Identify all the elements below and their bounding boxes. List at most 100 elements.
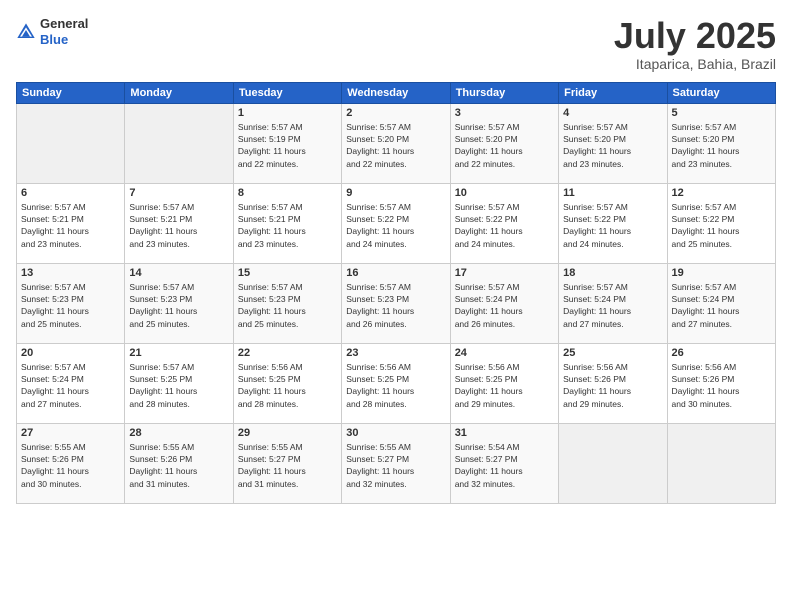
- calendar-week: 20 Sunrise: 5:57 AM Sunset: 5:24 PM Dayli…: [17, 343, 776, 423]
- weekday-header: Wednesday: [342, 82, 450, 103]
- calendar-cell: [667, 423, 775, 503]
- weekday-header: Friday: [559, 82, 667, 103]
- calendar-cell: 25Sunrise: 5:56 AM Sunset: 5:26 PM Dayli…: [559, 343, 667, 423]
- day-number: 10: [455, 187, 554, 199]
- day-number: 5: [672, 107, 771, 119]
- calendar-week: 13 Sunrise: 5:57 AM Sunset: 5:23 PM Dayli…: [17, 263, 776, 343]
- calendar-cell: 18 Sunrise: 5:57 AM Sunset: 5:24 PM Dayli…: [559, 263, 667, 343]
- day-info: Sunrise: 5:56 AM Sunset: 5:25 PM Dayligh…: [238, 361, 337, 410]
- day-number: 19: [672, 267, 771, 279]
- day-info: Sunrise: 5:57 AM Sunset: 5:21 PM Dayligh…: [129, 201, 228, 250]
- day-number: 8: [238, 187, 337, 199]
- subtitle: Itaparica, Bahia, Brazil: [614, 56, 776, 72]
- day-number: 9: [346, 187, 445, 199]
- day-info: Sunrise: 5:57 AM Sunset: 5:22 PM Dayligh…: [563, 201, 662, 250]
- day-info: Sunrise: 5:57 AM Sunset: 5:20 PM Dayligh…: [563, 121, 662, 170]
- header: General Blue July 2025 Itaparica, Bahia,…: [16, 16, 776, 72]
- calendar-cell: 1 Sunrise: 5:57 AM Sunset: 5:19 PM Daylig…: [233, 103, 341, 183]
- page: General Blue July 2025 Itaparica, Bahia,…: [0, 0, 792, 612]
- calendar-table: SundayMondayTuesdayWednesdayThursdayFrid…: [16, 82, 776, 504]
- day-number: 28: [129, 427, 228, 439]
- calendar-cell: 4 Sunrise: 5:57 AM Sunset: 5:20 PM Daylig…: [559, 103, 667, 183]
- calendar-cell: 16 Sunrise: 5:57 AM Sunset: 5:23 PM Dayli…: [342, 263, 450, 343]
- calendar-cell: 2Sunrise: 5:57 AM Sunset: 5:20 PM Daylig…: [342, 103, 450, 183]
- day-info: Sunrise: 5:57 AM Sunset: 5:23 PM Dayligh…: [238, 281, 337, 330]
- day-number: 24: [455, 347, 554, 359]
- day-number: 13: [21, 267, 120, 279]
- month-title: July 2025: [614, 16, 776, 56]
- day-info: Sunrise: 5:57 AM Sunset: 5:22 PM Dayligh…: [672, 201, 771, 250]
- calendar-header: SundayMondayTuesdayWednesdayThursdayFrid…: [17, 82, 776, 103]
- day-number: 1: [238, 107, 337, 119]
- day-info: Sunrise: 5:57 AM Sunset: 5:22 PM Dayligh…: [346, 201, 445, 250]
- weekday-header: Saturday: [667, 82, 775, 103]
- calendar-cell: 7Sunrise: 5:57 AM Sunset: 5:21 PM Daylig…: [125, 183, 233, 263]
- day-info: Sunrise: 5:57 AM Sunset: 5:23 PM Dayligh…: [129, 281, 228, 330]
- day-number: 12: [672, 187, 771, 199]
- calendar-week: 6 Sunrise: 5:57 AM Sunset: 5:21 PM Daylig…: [17, 183, 776, 263]
- weekday-header: Monday: [125, 82, 233, 103]
- day-info: Sunrise: 5:57 AM Sunset: 5:23 PM Dayligh…: [346, 281, 445, 330]
- day-info: Sunrise: 5:56 AM Sunset: 5:25 PM Dayligh…: [455, 361, 554, 410]
- calendar-cell: 19Sunrise: 5:57 AM Sunset: 5:24 PM Dayli…: [667, 263, 775, 343]
- calendar-cell: 8Sunrise: 5:57 AM Sunset: 5:21 PM Daylig…: [233, 183, 341, 263]
- calendar-cell: 14 Sunrise: 5:57 AM Sunset: 5:23 PM Dayli…: [125, 263, 233, 343]
- weekday-row: SundayMondayTuesdayWednesdayThursdayFrid…: [17, 82, 776, 103]
- day-info: Sunrise: 5:56 AM Sunset: 5:26 PM Dayligh…: [672, 361, 771, 410]
- day-info: Sunrise: 5:56 AM Sunset: 5:25 PM Dayligh…: [346, 361, 445, 410]
- calendar-cell: 27 Sunrise: 5:55 AM Sunset: 5:26 PM Dayli…: [17, 423, 125, 503]
- title-block: July 2025 Itaparica, Bahia, Brazil: [614, 16, 776, 72]
- calendar-cell: 28 Sunrise: 5:55 AM Sunset: 5:26 PM Dayli…: [125, 423, 233, 503]
- calendar-cell: 17Sunrise: 5:57 AM Sunset: 5:24 PM Dayli…: [450, 263, 558, 343]
- day-info: Sunrise: 5:56 AM Sunset: 5:26 PM Dayligh…: [563, 361, 662, 410]
- calendar-cell: 5Sunrise: 5:57 AM Sunset: 5:20 PM Daylig…: [667, 103, 775, 183]
- day-number: 4: [563, 107, 662, 119]
- day-number: 31: [455, 427, 554, 439]
- calendar-cell: 31 Sunrise: 5:54 AM Sunset: 5:27 PM Dayli…: [450, 423, 558, 503]
- day-info: Sunrise: 5:57 AM Sunset: 5:19 PM Dayligh…: [238, 121, 337, 170]
- day-number: 27: [21, 427, 120, 439]
- calendar-cell: 12 Sunrise: 5:57 AM Sunset: 5:22 PM Dayli…: [667, 183, 775, 263]
- calendar-cell: 13 Sunrise: 5:57 AM Sunset: 5:23 PM Dayli…: [17, 263, 125, 343]
- day-number: 20: [21, 347, 120, 359]
- calendar-cell: 11 Sunrise: 5:57 AM Sunset: 5:22 PM Dayli…: [559, 183, 667, 263]
- day-number: 3: [455, 107, 554, 119]
- day-info: Sunrise: 5:57 AM Sunset: 5:24 PM Dayligh…: [455, 281, 554, 330]
- day-info: Sunrise: 5:54 AM Sunset: 5:27 PM Dayligh…: [455, 441, 554, 490]
- day-info: Sunrise: 5:55 AM Sunset: 5:27 PM Dayligh…: [346, 441, 445, 490]
- day-number: 26: [672, 347, 771, 359]
- day-info: Sunrise: 5:57 AM Sunset: 5:24 PM Dayligh…: [21, 361, 120, 410]
- logo-blue-text: Blue: [40, 32, 88, 48]
- calendar-cell: 15 Sunrise: 5:57 AM Sunset: 5:23 PM Dayli…: [233, 263, 341, 343]
- day-number: 16: [346, 267, 445, 279]
- day-number: 6: [21, 187, 120, 199]
- calendar-cell: 9 Sunrise: 5:57 AM Sunset: 5:22 PM Daylig…: [342, 183, 450, 263]
- weekday-header: Tuesday: [233, 82, 341, 103]
- day-info: Sunrise: 5:57 AM Sunset: 5:24 PM Dayligh…: [563, 281, 662, 330]
- day-info: Sunrise: 5:57 AM Sunset: 5:20 PM Dayligh…: [346, 121, 445, 170]
- day-number: 22: [238, 347, 337, 359]
- day-number: 15: [238, 267, 337, 279]
- logo-text: General Blue: [40, 16, 88, 47]
- day-info: Sunrise: 5:57 AM Sunset: 5:22 PM Dayligh…: [455, 201, 554, 250]
- calendar-cell: 21Sunrise: 5:57 AM Sunset: 5:25 PM Dayli…: [125, 343, 233, 423]
- logo-general-text: General: [40, 16, 88, 32]
- day-info: Sunrise: 5:55 AM Sunset: 5:26 PM Dayligh…: [129, 441, 228, 490]
- calendar-cell: 20 Sunrise: 5:57 AM Sunset: 5:24 PM Dayli…: [17, 343, 125, 423]
- calendar-week: 1 Sunrise: 5:57 AM Sunset: 5:19 PM Daylig…: [17, 103, 776, 183]
- day-number: 18: [563, 267, 662, 279]
- day-number: 11: [563, 187, 662, 199]
- calendar-cell: 23Sunrise: 5:56 AM Sunset: 5:25 PM Dayli…: [342, 343, 450, 423]
- calendar-cell: [125, 103, 233, 183]
- weekday-header: Sunday: [17, 82, 125, 103]
- calendar-cell: 6Sunrise: 5:57 AM Sunset: 5:21 PM Daylig…: [17, 183, 125, 263]
- logo-icon: [16, 22, 36, 42]
- day-number: 30: [346, 427, 445, 439]
- calendar-cell: 29Sunrise: 5:55 AM Sunset: 5:27 PM Dayli…: [233, 423, 341, 503]
- calendar-cell: 26 Sunrise: 5:56 AM Sunset: 5:26 PM Dayli…: [667, 343, 775, 423]
- calendar-cell: [559, 423, 667, 503]
- day-info: Sunrise: 5:57 AM Sunset: 5:25 PM Dayligh…: [129, 361, 228, 410]
- day-info: Sunrise: 5:55 AM Sunset: 5:26 PM Dayligh…: [21, 441, 120, 490]
- day-info: Sunrise: 5:57 AM Sunset: 5:23 PM Dayligh…: [21, 281, 120, 330]
- day-number: 14: [129, 267, 228, 279]
